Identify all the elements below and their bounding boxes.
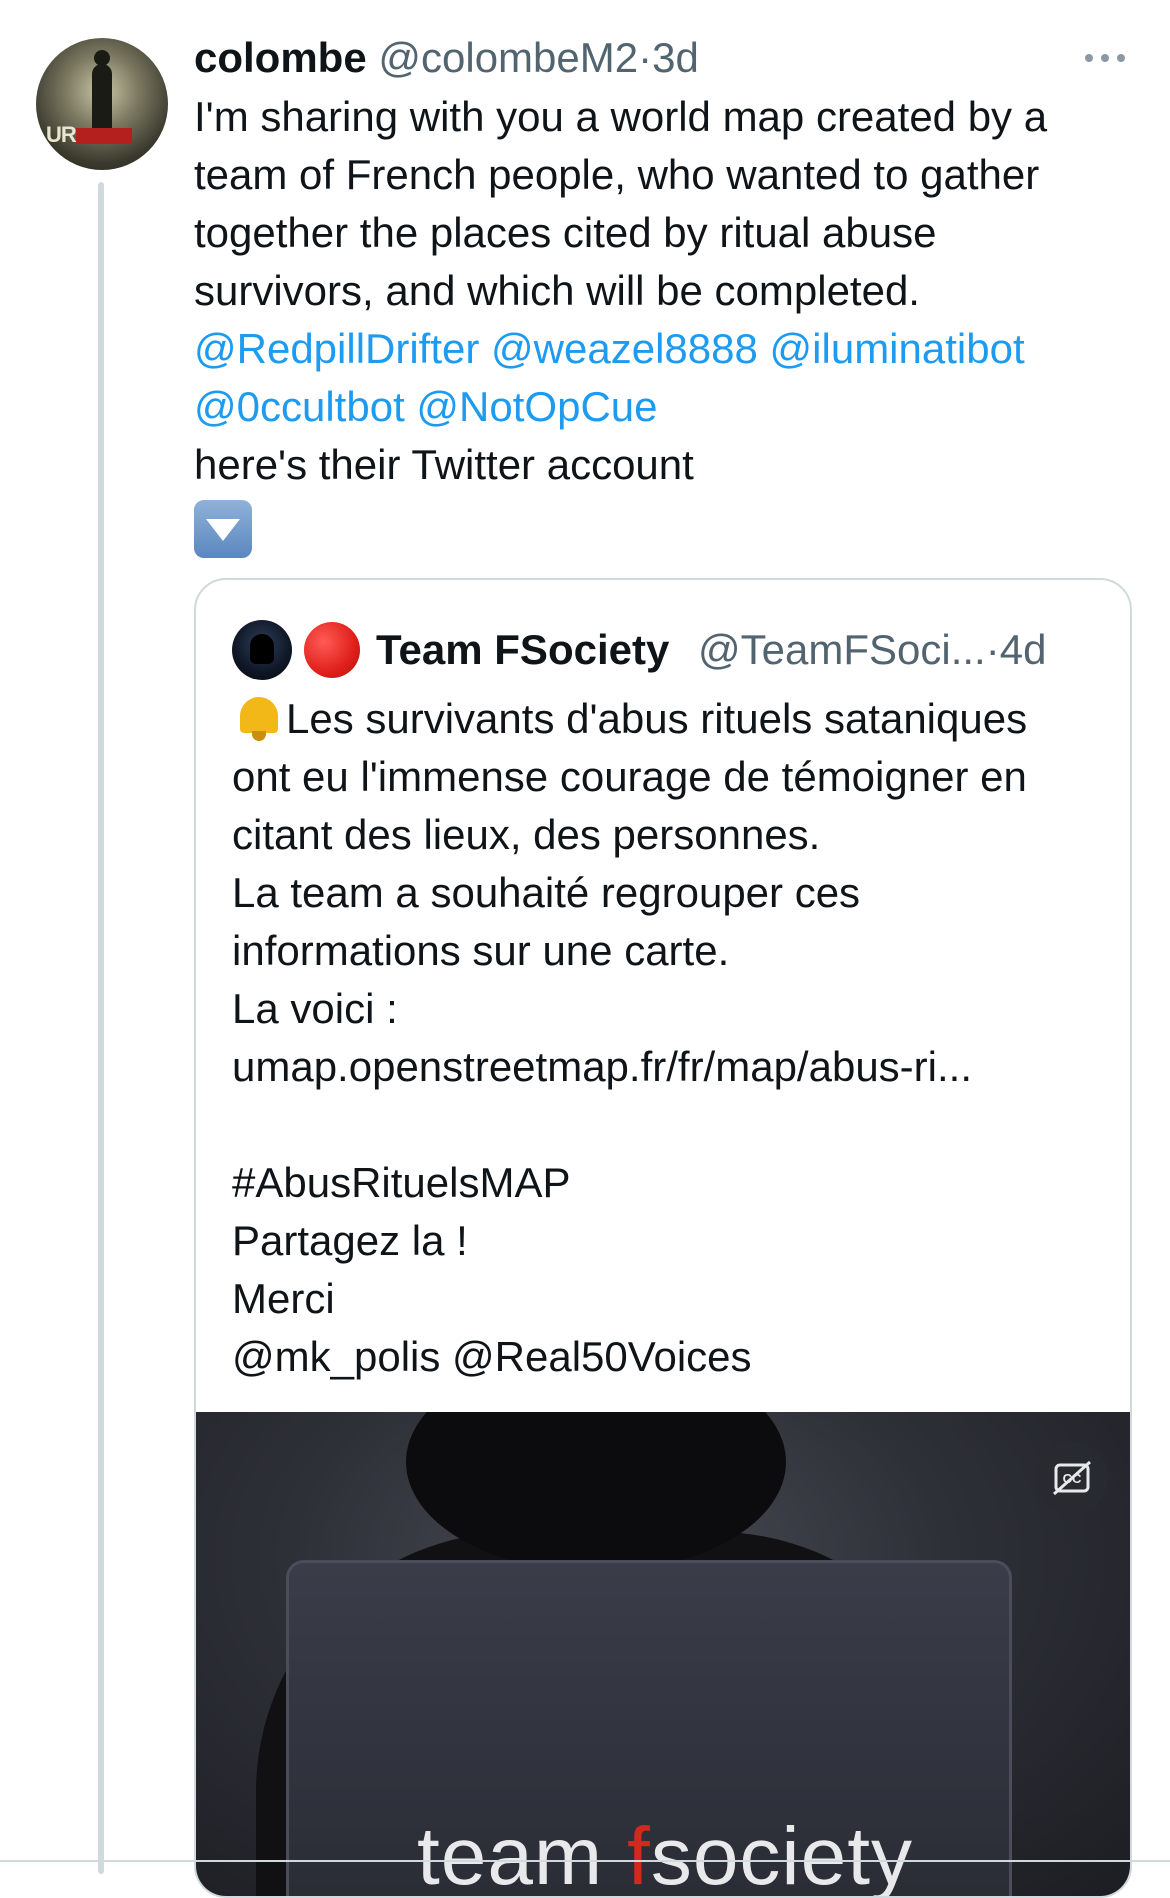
avatar-figure	[92, 50, 112, 134]
quoted-mentions[interactable]: @mk_polis @Real50Voices	[232, 1328, 1112, 1386]
quoted-text-line: Partagez la !	[232, 1217, 468, 1264]
avatar-logo-text: UR	[46, 122, 77, 147]
captions-toggle-button[interactable]: CC	[1036, 1442, 1108, 1514]
quoted-text-line: ont eu l'immense courage de témoigner en	[232, 753, 1027, 800]
author-avatar[interactable]: UR	[36, 38, 168, 170]
quoted-text-line: citant des lieux, des personnes.	[232, 811, 821, 858]
quoted-text-line: informations sur une carte.	[232, 927, 730, 974]
closing-line: here's their Twitter account	[194, 441, 694, 488]
tweet-text-line: team of French people, who wanted to gat…	[194, 151, 1040, 198]
quoted-timestamp[interactable]: 4d	[1000, 626, 1047, 673]
quoted-text-line: La voici :	[232, 985, 398, 1032]
quoted-tweet-header: Team FSociety @TeamFSoci...·4d	[232, 620, 1112, 680]
quoted-author-handle[interactable]: @TeamFSoci...	[698, 626, 986, 673]
quoted-separator: ·	[985, 626, 1000, 673]
tweet-timestamp[interactable]: 3d	[652, 34, 699, 81]
more-options-icon[interactable]	[1082, 40, 1128, 76]
quoted-text-span: Les survivants d'abus rituels sataniques	[286, 695, 1028, 742]
quoted-media-video[interactable]: team fsociety CC	[196, 1412, 1130, 1898]
quoted-text-line: Les survivants d'abus rituels sataniques	[232, 690, 1112, 748]
quoted-text-line: Merci	[232, 1275, 335, 1322]
captions-off-icon: CC	[1053, 1460, 1091, 1496]
author-handle[interactable]: @colombeM2	[378, 34, 638, 81]
mention-link[interactable]: @iluminatibot	[770, 325, 1025, 372]
tweet-text-line: survivors, and which will be completed.	[194, 267, 920, 314]
quoted-author-avatar[interactable]	[232, 620, 292, 680]
thread-connector-line	[98, 182, 104, 1874]
quoted-tweet-body: Les survivants d'abus rituels sataniques…	[232, 690, 1112, 1386]
mention-link[interactable]: @weazel8888	[491, 325, 758, 372]
media-brand-text: team fsociety	[196, 1810, 1130, 1898]
quoted-map-link[interactable]: umap.openstreetmap.fr/fr/map/abus-ri...	[232, 1038, 1112, 1096]
red-circle-emoji-icon	[304, 622, 360, 678]
quoted-meta: @TeamFSoci...·4d	[698, 620, 1046, 680]
bottom-divider	[0, 1860, 1170, 1862]
tweet-header: colombe @colombeM2·3d	[194, 30, 1134, 86]
bell-emoji-icon	[232, 691, 286, 741]
mention-link[interactable]: @RedpillDrifter	[194, 325, 479, 372]
brand-text-part: team	[416, 1811, 628, 1898]
quoted-text-line: La team a souhaité regrouper ces	[232, 869, 861, 916]
brand-text-part: society	[650, 1811, 914, 1898]
tweet-body: I'm sharing with you a world map created…	[194, 88, 1124, 573]
mention-link[interactable]: @NotOpCue	[416, 383, 657, 430]
quoted-tweet-card[interactable]: Team FSociety @TeamFSoci...·4d Les survi…	[194, 578, 1132, 1898]
quoted-blank-line	[232, 1096, 1112, 1154]
tweet-text-line: together the places cited by ritual abus…	[194, 209, 937, 256]
down-arrow-emoji-icon	[194, 500, 252, 558]
brand-text-f: f	[627, 1811, 651, 1898]
author-name[interactable]: colombe	[194, 34, 367, 81]
tweet-text-line: I'm sharing with you a world map created…	[194, 93, 1048, 140]
header-separator: ·	[638, 34, 653, 81]
quoted-hashtag[interactable]: #AbusRituelsMAP	[232, 1154, 1112, 1212]
mention-link[interactable]: @0ccultbot	[194, 383, 405, 430]
quoted-author-name[interactable]: Team FSociety	[376, 620, 669, 680]
mentions-line-2: @0ccultbot @NotOpCue	[194, 378, 1124, 436]
mentions-line-1: @RedpillDrifter @weazel8888 @iluminatibo…	[194, 320, 1124, 378]
avatar-logo-bar	[76, 128, 132, 144]
